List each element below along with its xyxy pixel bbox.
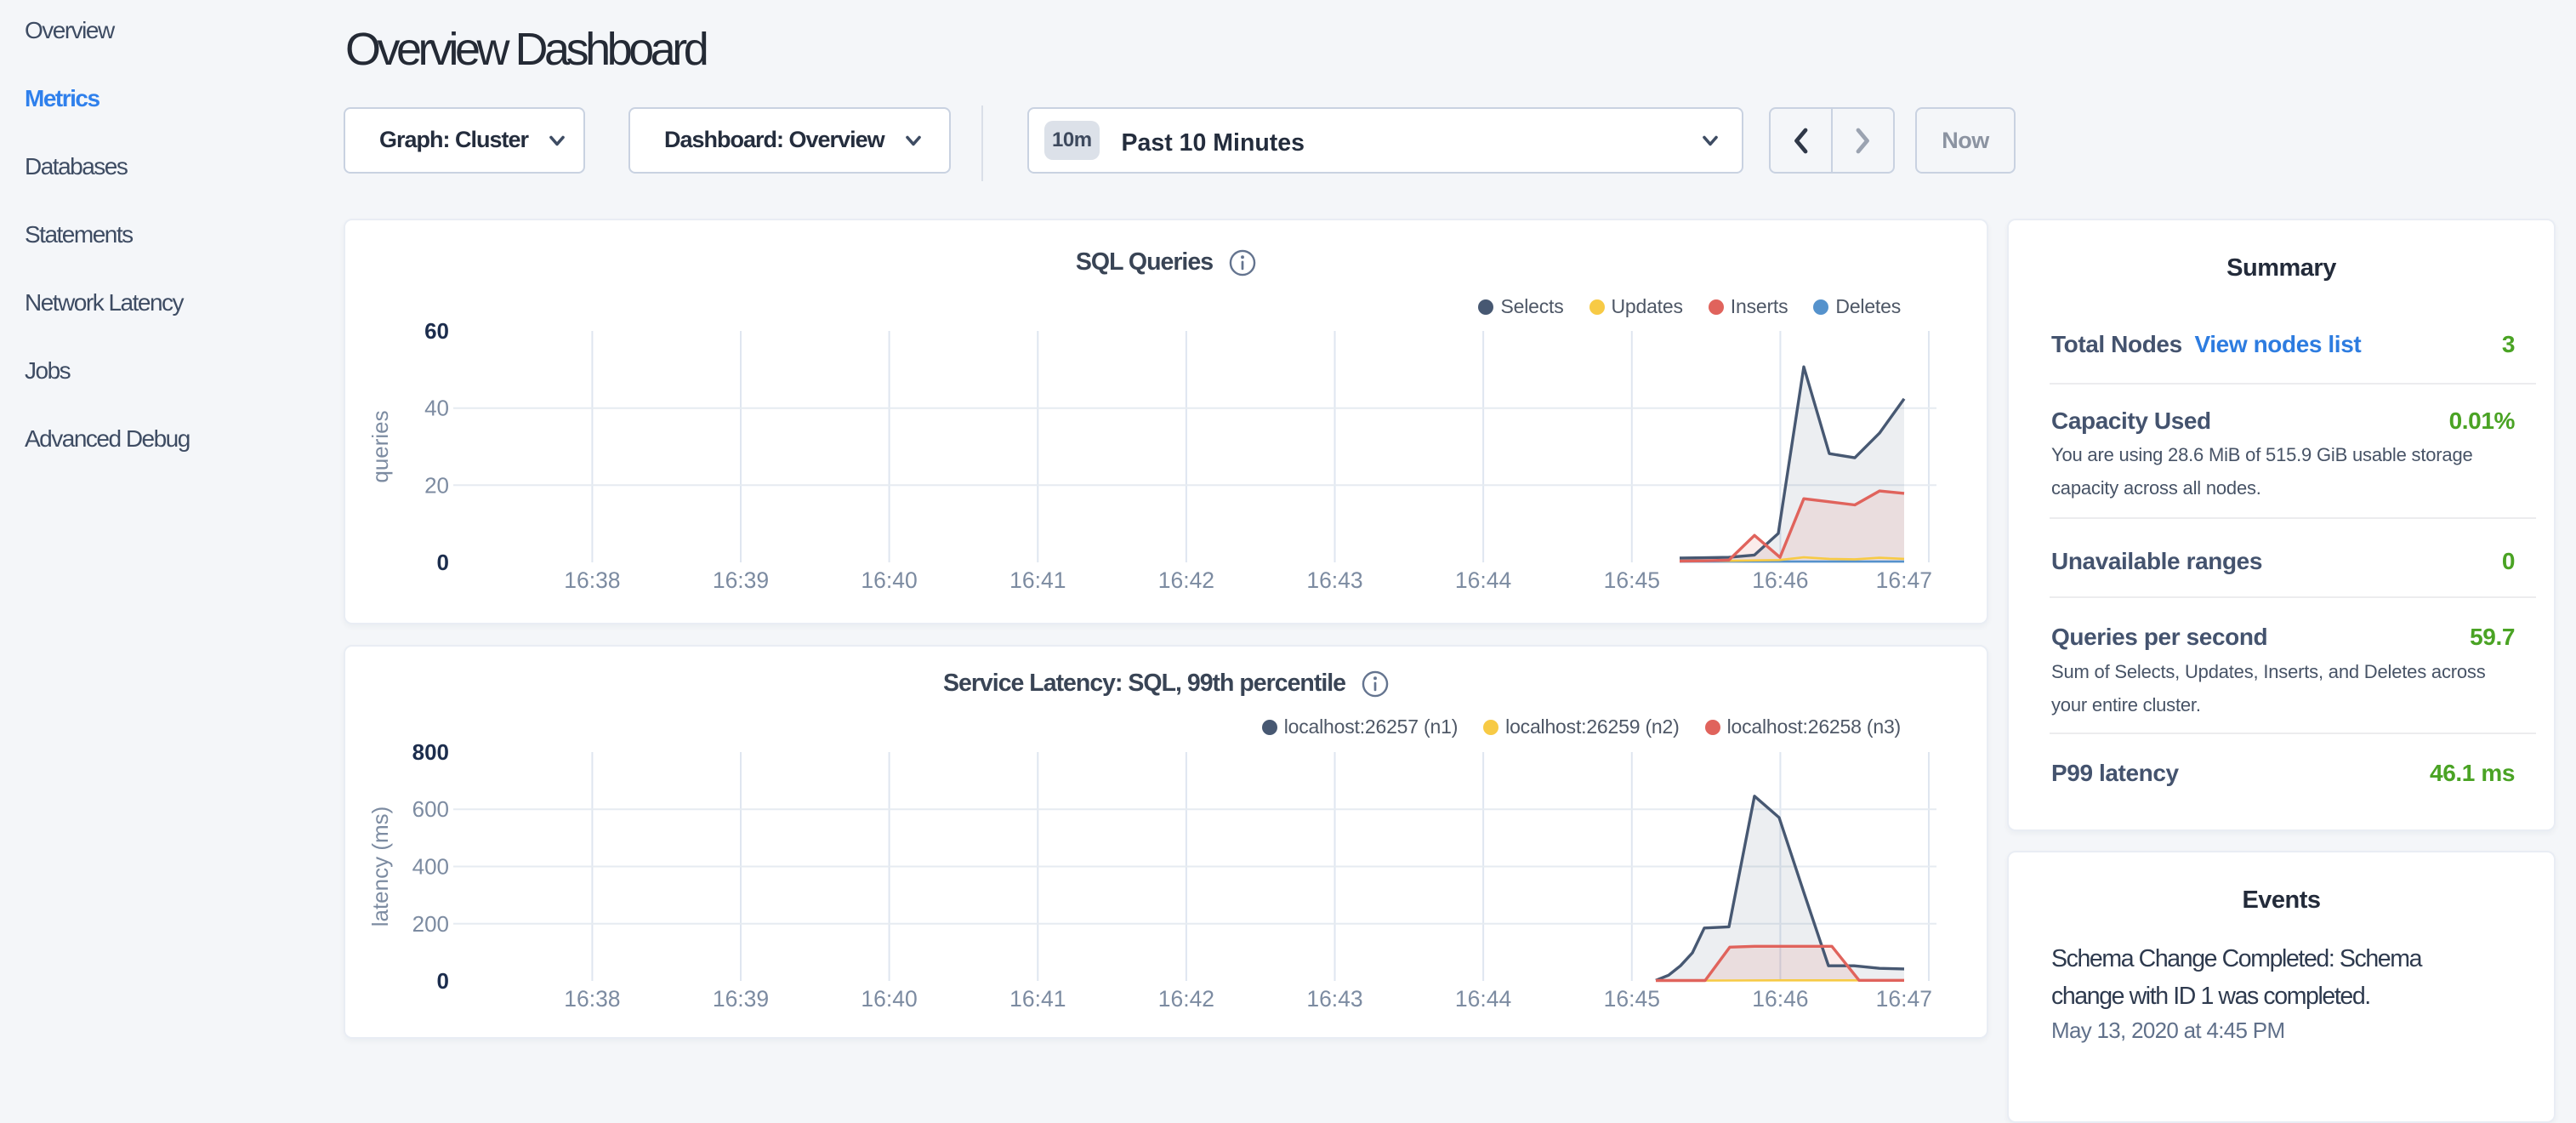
- svg-text:16:47: 16:47: [1876, 986, 1932, 1012]
- svg-text:16:46: 16:46: [1752, 986, 1808, 1012]
- svg-text:800: 800: [412, 739, 449, 765]
- svg-text:16:40: 16:40: [861, 986, 917, 1012]
- svg-text:16:42: 16:42: [1158, 986, 1214, 1012]
- svg-text:16:39: 16:39: [713, 986, 769, 1012]
- svg-text:16:46: 16:46: [1752, 567, 1808, 593]
- svg-text:200: 200: [412, 911, 449, 937]
- svg-text:16:45: 16:45: [1604, 567, 1660, 593]
- svg-text:16:43: 16:43: [1306, 567, 1362, 593]
- svg-text:16:40: 16:40: [861, 567, 917, 593]
- svg-text:16:39: 16:39: [713, 567, 769, 593]
- svg-text:16:45: 16:45: [1604, 986, 1660, 1012]
- svg-text:latency (ms): latency (ms): [367, 807, 393, 927]
- svg-text:400: 400: [412, 854, 449, 880]
- svg-text:16:38: 16:38: [564, 986, 620, 1012]
- svg-text:16:38: 16:38: [564, 567, 620, 593]
- svg-text:0: 0: [437, 550, 449, 575]
- svg-text:16:41: 16:41: [1009, 986, 1066, 1012]
- svg-text:queries: queries: [367, 410, 393, 482]
- svg-text:60: 60: [424, 318, 449, 344]
- svg-text:16:47: 16:47: [1876, 567, 1932, 593]
- svg-text:16:41: 16:41: [1009, 567, 1066, 593]
- svg-text:16:43: 16:43: [1306, 986, 1362, 1012]
- svg-text:0: 0: [437, 968, 449, 994]
- svg-text:16:44: 16:44: [1455, 986, 1511, 1012]
- svg-text:16:42: 16:42: [1158, 567, 1214, 593]
- svg-text:20: 20: [424, 472, 449, 498]
- svg-text:16:44: 16:44: [1455, 567, 1511, 593]
- svg-text:40: 40: [424, 396, 449, 421]
- svg-text:600: 600: [412, 796, 449, 822]
